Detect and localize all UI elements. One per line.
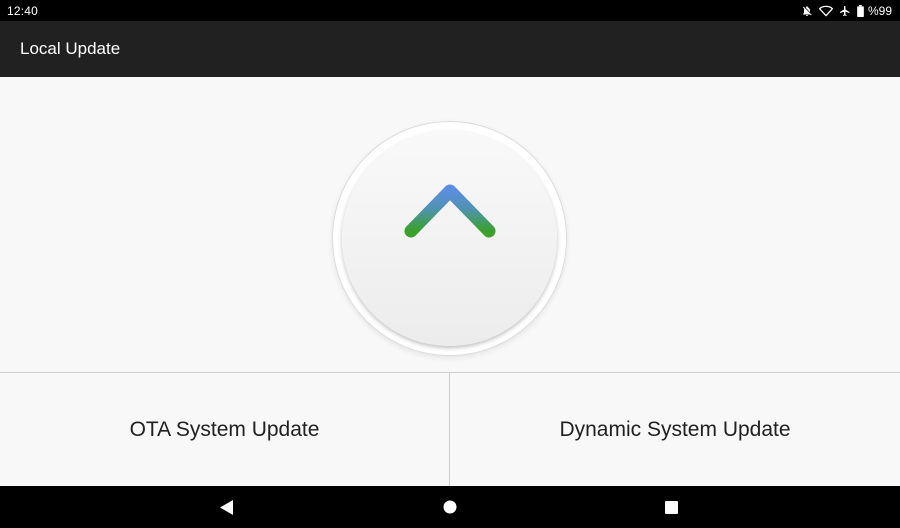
app-bar: Local Update [0,21,900,77]
upload-button[interactable] [332,121,567,356]
ota-system-update-label: OTA System Update [129,417,320,441]
recents-icon [664,500,678,514]
ota-system-update-button[interactable]: OTA System Update [0,373,449,486]
airplane-icon [839,5,851,17]
home-icon [443,500,457,514]
page-title: Local Update [20,39,121,58]
dynamic-system-update-label: Dynamic System Update [559,417,791,441]
screen: 12:40 %99 Local Update OTA System Update… [0,0,900,528]
back-icon [220,499,233,515]
status-icons: %99 [801,0,892,21]
dynamic-system-update-button[interactable]: Dynamic System Update [450,373,900,486]
upload-button-face[interactable] [342,131,557,346]
main-content: OTA System Update Dynamic System Update [0,77,900,486]
recents-button[interactable] [641,486,701,528]
status-bar: 12:40 %99 [0,0,900,21]
navigation-bar [0,486,900,528]
home-button[interactable] [420,486,480,528]
battery-icon [857,4,864,17]
status-time: 12:40 [7,3,39,18]
notifications-off-icon [801,5,813,17]
battery-percentage: %99 [867,3,892,18]
upload-area [0,77,900,373]
back-button[interactable] [197,486,257,528]
wifi-icon [818,5,833,17]
arrow-up-icon [404,184,496,294]
